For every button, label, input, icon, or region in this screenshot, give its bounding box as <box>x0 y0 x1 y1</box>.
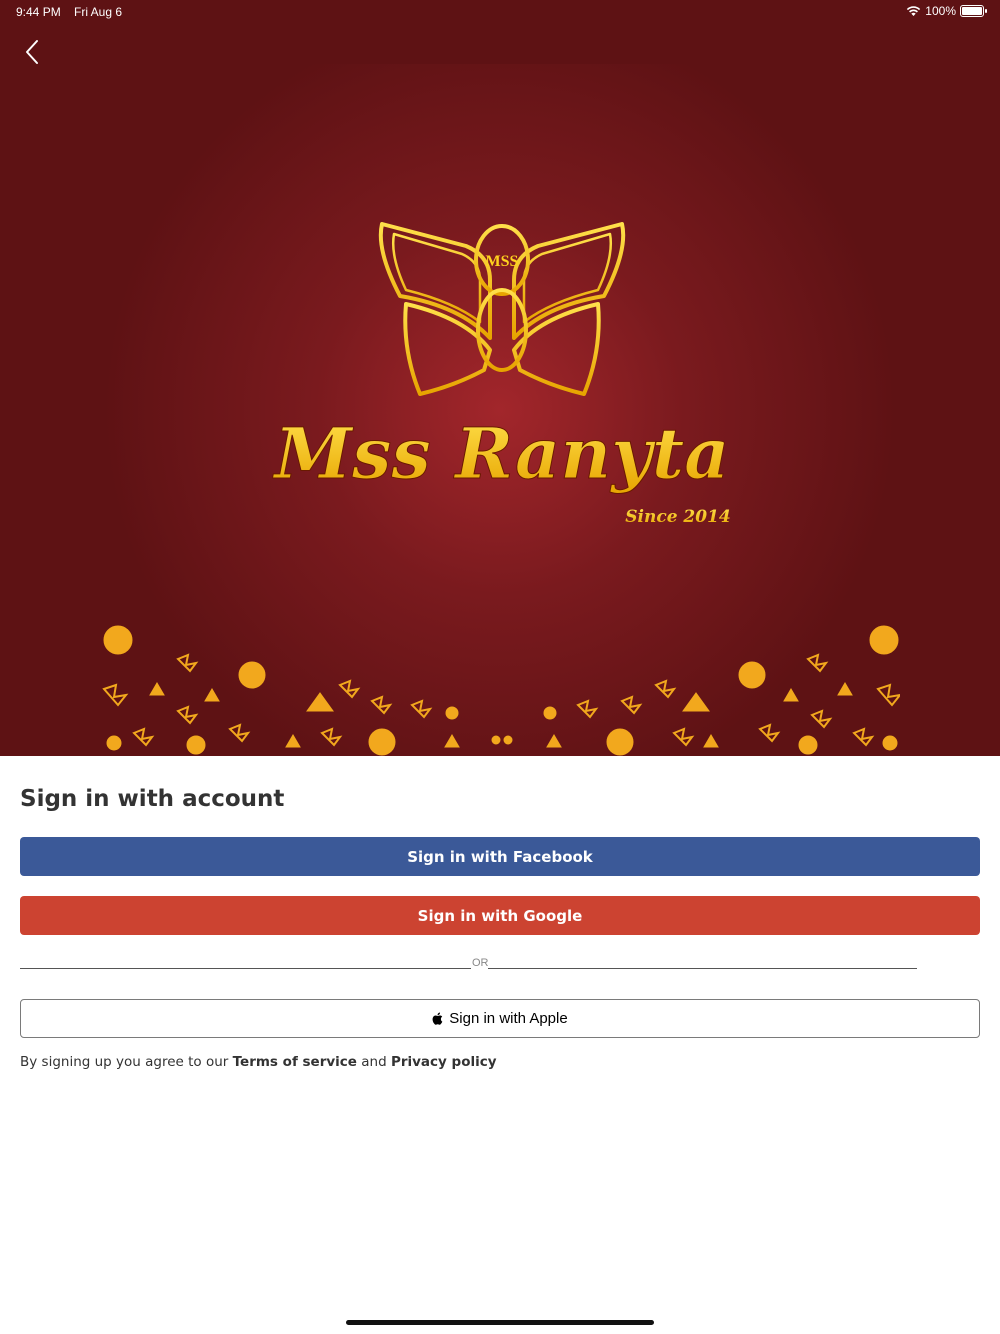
apple-icon <box>432 1012 443 1025</box>
brand-monogram: MSS <box>486 253 519 270</box>
battery-icon <box>960 5 987 17</box>
brand-tagline: Since 2014 <box>625 507 731 527</box>
page-title: Sign in with account <box>20 786 285 812</box>
or-divider: OR <box>20 952 917 974</box>
battery-percent: 100% <box>925 4 956 18</box>
chevron-left-icon[interactable] <box>20 36 46 68</box>
facebook-signin-button[interactable]: Sign in with Facebook <box>20 837 980 876</box>
butterfly-emblem <box>378 222 626 396</box>
privacy-link[interactable]: Privacy policy <box>391 1054 497 1070</box>
facebook-signin-label: Sign in with Facebook <box>407 847 593 866</box>
divider-line-right <box>488 968 917 969</box>
status-date: Fri Aug 6 <box>74 5 123 19</box>
divider-line-left <box>20 968 471 969</box>
status-bar: 9:44 PM Fri Aug 6 100% <box>0 0 1000 24</box>
legal-notice: By signing up you agree to our Terms of … <box>20 1054 497 1070</box>
home-indicator <box>346 1320 654 1325</box>
google-signin-button[interactable]: Sign in with Google <box>20 896 980 935</box>
status-time: 9:44 PM <box>16 5 61 19</box>
wifi-icon <box>907 6 921 16</box>
apple-signin-button[interactable]: Sign in with Apple <box>20 999 980 1038</box>
legal-and: and <box>356 1054 391 1070</box>
legal-prefix: By signing up you agree to our <box>20 1054 233 1070</box>
brand-logo: MSS Mss Ranyta Since 2014 <box>272 222 731 527</box>
divider-text: OR <box>472 957 489 969</box>
hero-banner: 9:44 PM Fri Aug 6 100% MSS Mss Ranyta Si… <box>0 0 1000 756</box>
status-right: 100% <box>906 4 987 18</box>
decorative-pattern <box>102 625 900 756</box>
terms-link[interactable]: Terms of service <box>233 1054 357 1070</box>
apple-signin-label: Sign in with Apple <box>449 1010 568 1027</box>
brand-name: Mss Ranyta <box>272 412 729 495</box>
google-signin-label: Sign in with Google <box>417 906 583 925</box>
